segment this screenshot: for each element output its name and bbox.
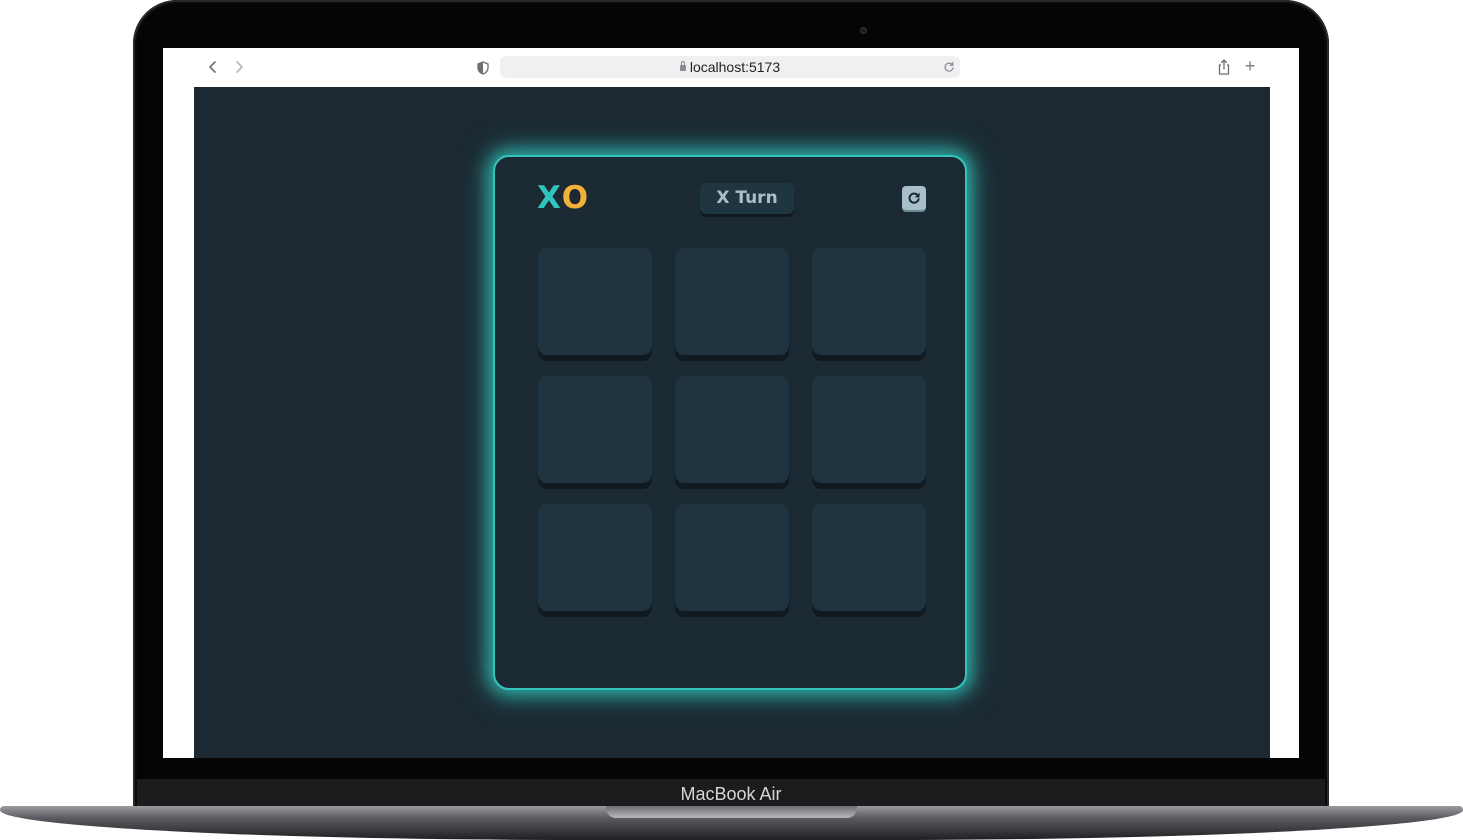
- reload-icon: [944, 61, 954, 72]
- laptop-screen: localhost:5173 + XO X Turn: [163, 48, 1299, 758]
- board-cell-1[interactable]: [538, 248, 652, 355]
- address-bar[interactable]: localhost:5173: [500, 56, 960, 78]
- game-board: [538, 248, 926, 611]
- board-cell-4[interactable]: [538, 376, 652, 483]
- browser-toolbar: localhost:5173 +: [163, 48, 1299, 87]
- laptop-notch: [606, 806, 857, 818]
- restart-button[interactable]: [902, 186, 926, 210]
- forward-button[interactable]: [231, 58, 247, 76]
- new-tab-button[interactable]: +: [1242, 57, 1258, 75]
- lock-icon: [679, 61, 686, 71]
- board-cell-5[interactable]: [675, 376, 789, 483]
- game-logo: XO: [537, 180, 590, 216]
- chevron-right-icon: [236, 61, 243, 73]
- restart-icon: [908, 192, 920, 204]
- shield-icon[interactable]: [476, 60, 490, 75]
- url-text: localhost:5173: [689, 59, 781, 75]
- board-cell-9[interactable]: [812, 504, 926, 611]
- stage: localhost:5173 + XO X Turn MacBook Air: [0, 0, 1463, 840]
- board-cell-3[interactable]: [812, 248, 926, 355]
- address-text-wrap: localhost:5173: [500, 59, 960, 75]
- logo-x: X: [537, 180, 562, 216]
- share-icon: [1218, 59, 1230, 75]
- share-button[interactable]: [1216, 58, 1232, 76]
- turn-indicator: X Turn: [700, 183, 794, 214]
- chevron-left-icon: [209, 61, 216, 73]
- board-cell-6[interactable]: [812, 376, 926, 483]
- back-button[interactable]: [205, 58, 221, 76]
- logo-o: O: [561, 180, 591, 216]
- page-viewport: XO X Turn: [194, 87, 1270, 758]
- game-card: XO X Turn: [493, 155, 967, 690]
- reload-button[interactable]: [942, 59, 956, 73]
- board-cell-2[interactable]: [675, 248, 789, 355]
- board-cell-8[interactable]: [675, 504, 789, 611]
- camera-icon: [860, 27, 867, 34]
- board-cell-7[interactable]: [538, 504, 652, 611]
- device-label: MacBook Air: [137, 779, 1325, 807]
